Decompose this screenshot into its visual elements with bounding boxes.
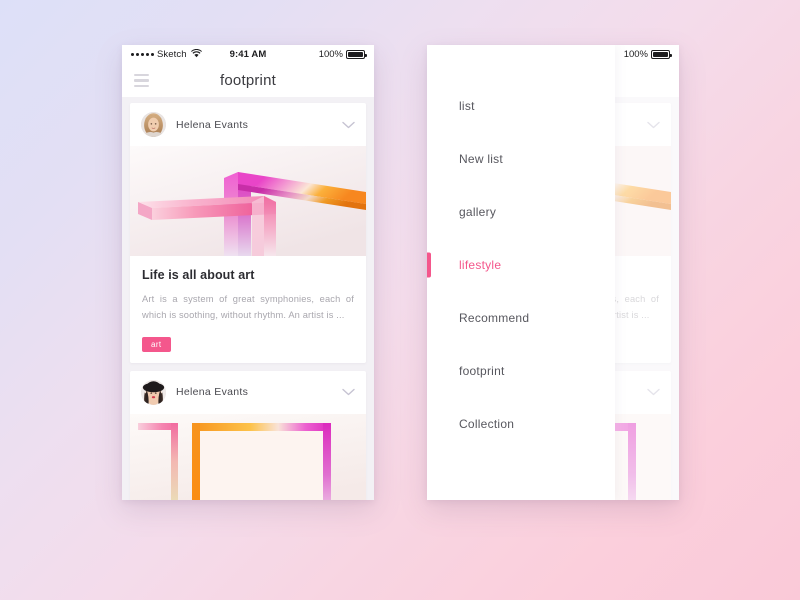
menu-item-label: lifestyle [459, 257, 502, 272]
card-author-name: Helena Evants [176, 118, 249, 131]
feed-card[interactable]: Helena Evants [130, 103, 366, 363]
avatar-blonde-woman-icon[interactable] [141, 112, 166, 137]
battery-icon [651, 50, 672, 59]
phone-left: Sketch 9:41 AM 100% footprint Helena Eva… [122, 45, 374, 500]
menu-item-label: Recommend [459, 310, 530, 325]
active-indicator-bar [427, 252, 431, 277]
navigation-bar: footprint [122, 64, 374, 97]
card-artwork-abstract-3d-frame [130, 413, 366, 500]
phone-right: 100% Helena Evants [427, 45, 679, 500]
menu-item-label: Collection [459, 416, 515, 431]
status-bar-left: Sketch 9:41 AM 100% [122, 45, 374, 64]
battery-percent-label: 100% [623, 49, 648, 60]
menu-item-label: footprint [459, 363, 505, 378]
menu-item-label: gallery [459, 204, 497, 219]
signal-dots-icon [131, 52, 154, 57]
status-bar-left-group: Sketch [131, 48, 202, 61]
menu-item-lifestyle[interactable]: lifestyle [427, 238, 615, 291]
card-header: Helena Evants [130, 371, 366, 414]
chevron-down-icon[interactable] [342, 388, 355, 396]
menu-item-gallery[interactable]: gallery [427, 185, 615, 238]
hamburger-icon[interactable] [134, 73, 149, 88]
menu-item-new-list[interactable]: New list [427, 132, 615, 185]
battery-icon [346, 50, 367, 59]
card-header: Helena Evants [130, 103, 366, 146]
feed-list[interactable]: Helena Evants Life is all about art Art … [122, 97, 374, 500]
chevron-down-icon[interactable] [342, 121, 355, 129]
status-bar-right-group: 100% [318, 49, 367, 60]
menu-item-list[interactable]: list [427, 79, 615, 132]
avatar-woman-black-hat-icon[interactable] [141, 379, 166, 405]
page-title: footprint [220, 72, 276, 89]
card-body: Life is all about art Art is a system of… [130, 256, 366, 363]
card-author-name: Helena Evants [176, 386, 249, 399]
menu-item-footprint[interactable]: footprint [427, 344, 615, 397]
menu-item-label: New list [459, 151, 504, 166]
menu-item-label: list [459, 98, 475, 113]
wifi-icon [190, 48, 202, 61]
menu-item-collection[interactable]: Collection [427, 397, 615, 450]
card-tag-badge[interactable]: art [142, 336, 171, 352]
menu-item-recommend[interactable]: Recommend [427, 291, 615, 344]
battery-percent-label: 100% [318, 49, 343, 60]
feed-card[interactable]: Helena Evants [130, 370, 366, 500]
status-bar-right-group: 100% [623, 49, 672, 60]
navigation-drawer[interactable]: list New list gallery lifestyle Recommen… [427, 45, 615, 500]
carrier-label: Sketch [156, 49, 187, 60]
card-title: Life is all about art [142, 268, 255, 282]
card-artwork-abstract-3d-bars [130, 146, 366, 256]
card-excerpt: Art is a system of great symphonies, eac… [142, 294, 354, 321]
